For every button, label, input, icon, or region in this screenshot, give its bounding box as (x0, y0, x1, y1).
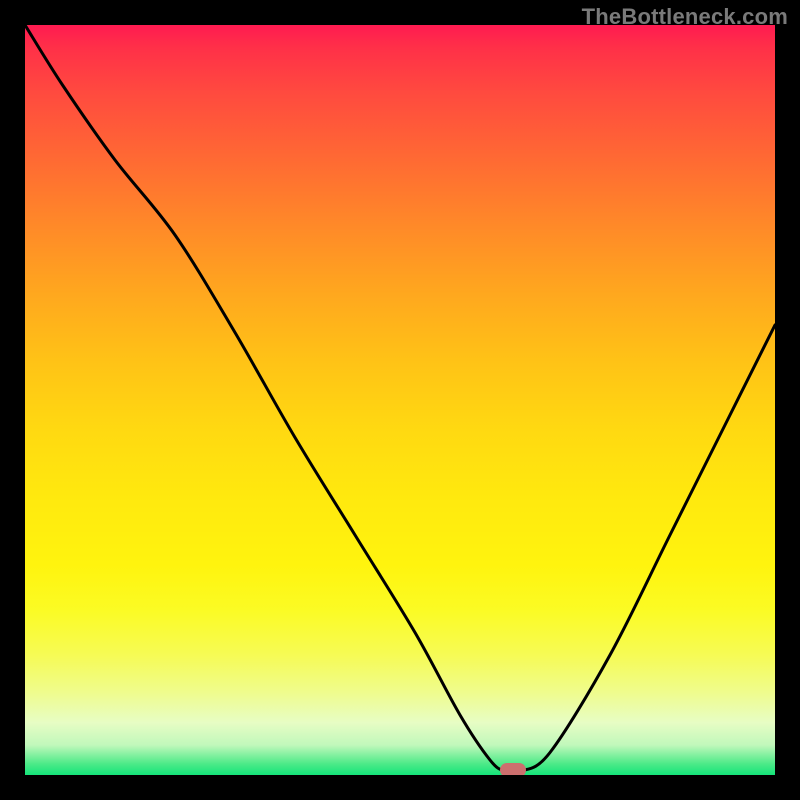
plot-area (25, 25, 775, 775)
x-axis (22, 775, 778, 778)
watermark-text: TheBottleneck.com (582, 4, 788, 30)
chart-container: TheBottleneck.com (0, 0, 800, 800)
curve-path (25, 25, 775, 773)
y-axis (22, 22, 25, 778)
bottleneck-curve (25, 25, 775, 775)
